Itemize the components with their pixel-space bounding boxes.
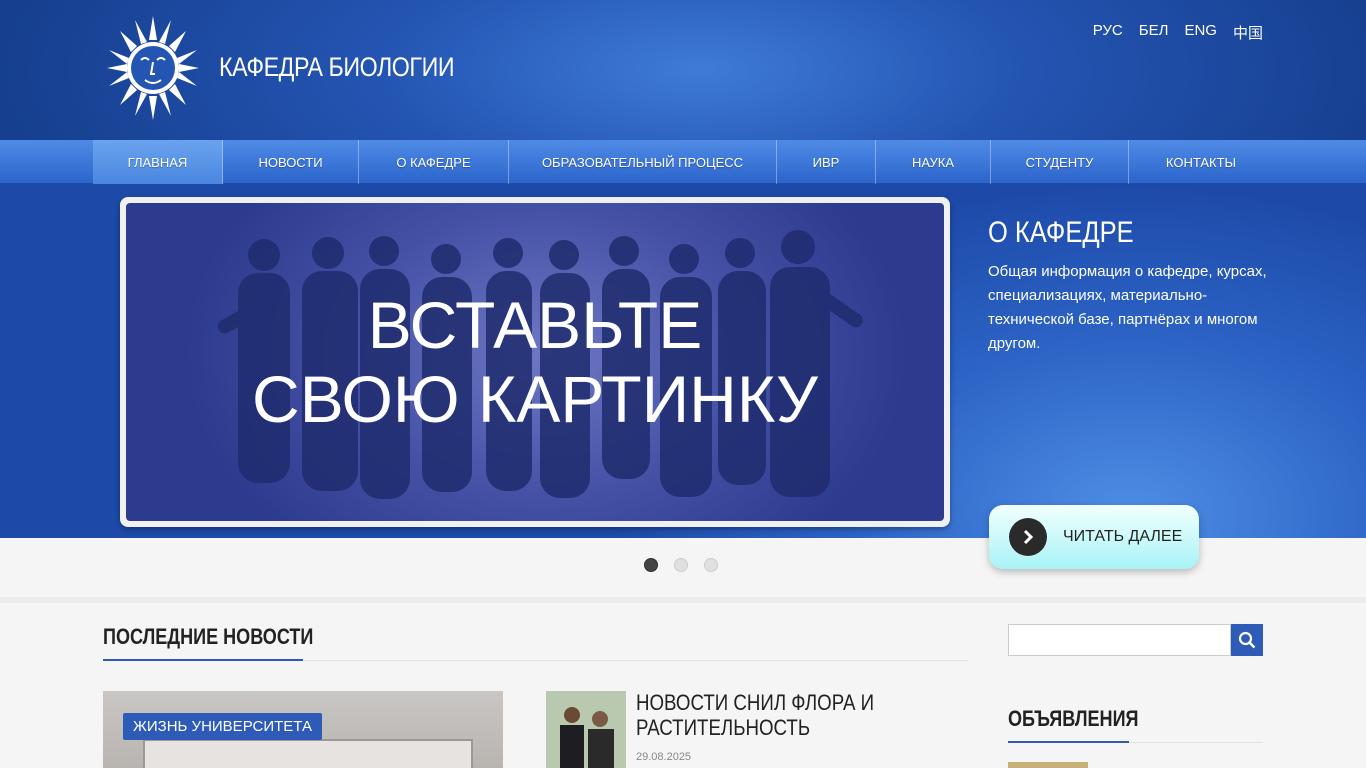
site-title[interactable]: КАФЕДРА БИОЛОГИИ — [219, 52, 455, 83]
nav-item-contacts[interactable]: КОНТАКТЫ — [1129, 140, 1273, 184]
slide-caption-line2: СВОЮ КАРТИНКУ — [252, 362, 818, 436]
read-more-label: ЧИТАТЬ ДАЛЕЕ — [1063, 528, 1183, 545]
lang-ru[interactable]: РУС — [1093, 22, 1123, 43]
projector-screen — [143, 739, 473, 768]
slide-title: О КАФЕДРЕ — [988, 216, 1134, 249]
nav-item-about[interactable]: О КАФЕДРЕ — [359, 140, 509, 184]
lang-en[interactable]: ENG — [1184, 22, 1217, 43]
announcements-title: ОБЪЯВЛЕНИЯ — [1008, 706, 1139, 731]
lang-be[interactable]: БЕЛ — [1139, 22, 1169, 43]
nav-item-science[interactable]: НАУКА — [876, 140, 991, 184]
announcement-thumbnail[interactable] — [1008, 762, 1088, 768]
latest-news-title: ПОСЛЕДНИЕ НОВОСТИ — [103, 624, 314, 649]
nav-item-students[interactable]: СТУДЕНТУ — [991, 140, 1129, 184]
nav-item-news[interactable]: НОВОСТИ — [223, 140, 359, 184]
site-header: КАФЕДРА БИОЛОГИИ РУС БЕЛ ENG 中国 — [0, 0, 1366, 140]
news-title-underline — [103, 659, 303, 661]
slider-pagination — [644, 558, 718, 572]
slider-dot-3[interactable] — [704, 558, 718, 572]
news-item-title[interactable]: НОВОСТИ СНИЛ ФЛОРА И РАСТИТЕЛЬНОСТЬ — [636, 690, 891, 740]
nav-item-education[interactable]: ОБРАЗОВАТЕЛЬНЫЙ ПРОЦЕСС — [509, 140, 777, 184]
featured-news-image[interactable]: ЖИЗНЬ УНИВЕРСИТЕТА — [103, 691, 503, 768]
slide-caption-line1: ВСТАВЬТЕ — [367, 288, 703, 362]
main-nav: ГЛАВНАЯ НОВОСТИ О КАФЕДРЕ ОБРАЗОВАТЕЛЬНЫ… — [0, 140, 1366, 184]
announcements-title-underline — [1008, 741, 1129, 743]
news-thumbnail[interactable] — [546, 691, 626, 768]
search-input[interactable] — [1008, 624, 1231, 656]
language-switcher: РУС БЕЛ ENG 中国 — [1093, 22, 1263, 43]
section-divider — [0, 597, 1366, 603]
slide-description: Общая информация о кафедре, курсах, спец… — [988, 263, 1267, 352]
slider-dot-2[interactable] — [674, 558, 688, 572]
search-icon — [1238, 631, 1256, 649]
chevron-right-icon — [1009, 518, 1047, 556]
sun-logo-icon[interactable] — [103, 14, 203, 122]
nav-item-home[interactable]: ГЛАВНАЯ — [93, 140, 223, 184]
nav-item-ivr[interactable]: ИВР — [777, 140, 876, 184]
category-tag[interactable]: ЖИЗНЬ УНИВЕРСИТЕТА — [123, 713, 322, 740]
news-item-date: 29.08.2025 — [636, 751, 692, 763]
read-more-button[interactable]: ЧИТАТЬ ДАЛЕЕ — [989, 505, 1199, 569]
lang-zh[interactable]: 中国 — [1233, 22, 1263, 43]
slide-image-frame[interactable]: ВСТАВЬТЕ СВОЮ КАРТИНКУ — [120, 197, 950, 527]
search-button[interactable] — [1231, 624, 1263, 656]
slide-image: ВСТАВЬТЕ СВОЮ КАРТИНКУ — [126, 203, 944, 521]
slider-dot-1[interactable] — [644, 558, 658, 572]
